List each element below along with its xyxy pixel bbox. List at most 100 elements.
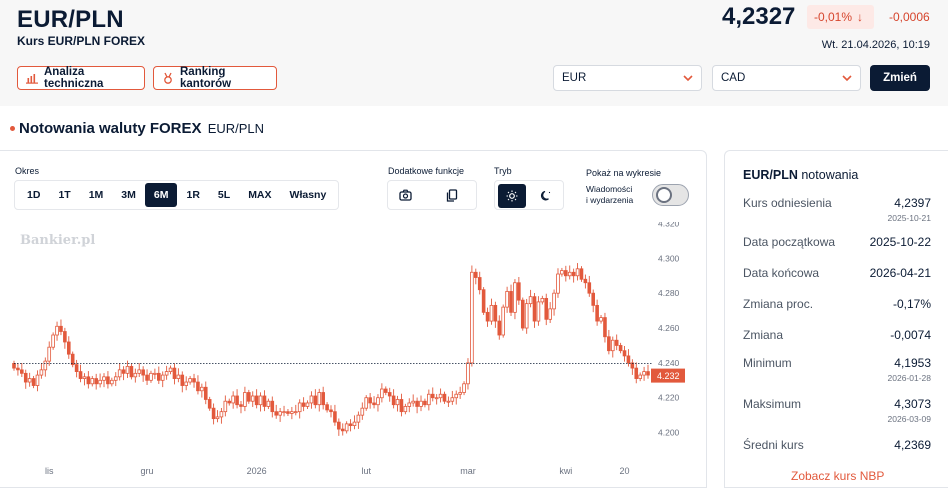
candle (239, 404, 243, 407)
candle (211, 407, 216, 420)
candle (149, 372, 153, 381)
stat-value: 2026-04-21 (869, 266, 931, 280)
candle (415, 400, 419, 407)
quote-header: EUR/PLN Kurs EUR/PLN FOREX 4,2327 -0,01%… (0, 0, 948, 106)
period-1m[interactable]: 1M (80, 183, 113, 207)
x-tick-label: lut (361, 466, 371, 476)
candle (638, 374, 642, 379)
candle (203, 386, 208, 400)
camera-icon[interactable] (399, 189, 412, 201)
current-price: 4,2327 (722, 3, 796, 30)
candle (39, 369, 44, 376)
mode-selector (494, 180, 564, 210)
candle (372, 402, 376, 406)
candle (520, 299, 525, 329)
candle (626, 355, 631, 364)
section-title-text: Notowania waluty FOREX (19, 120, 202, 137)
candle (51, 334, 55, 348)
candle (466, 362, 470, 385)
candle (59, 325, 63, 332)
dark-mode-button[interactable] (532, 184, 560, 208)
candle (430, 393, 435, 399)
chevron-down-icon (683, 75, 693, 82)
candle (223, 400, 228, 413)
x-tick-label: gru (141, 466, 154, 476)
candle (560, 270, 564, 275)
y-tick-label: 4.300 (658, 253, 680, 263)
technical-analysis-button[interactable]: Analiza techniczna (17, 66, 145, 90)
currency-from-select[interactable]: EUR (553, 65, 702, 91)
currency-to-select[interactable]: CAD (712, 65, 861, 91)
candle (485, 311, 490, 322)
period-1r[interactable]: 1R (177, 183, 208, 207)
stat-value: 4,1953 (894, 356, 931, 370)
stat-date: 2025-10-21 (887, 213, 931, 223)
candle (344, 423, 349, 432)
candle (133, 372, 138, 378)
candle (258, 395, 263, 406)
candle (20, 369, 24, 374)
candle (614, 339, 619, 346)
stat-value: -0,0074 (890, 328, 931, 342)
candle (98, 379, 102, 385)
exchange-ranking-button[interactable]: Ranking kantorów (153, 66, 277, 90)
candle (513, 282, 517, 313)
candle (481, 289, 486, 313)
candle (90, 378, 95, 385)
candle (129, 365, 134, 378)
candle (376, 397, 380, 406)
candle (188, 378, 192, 383)
candle (321, 392, 325, 406)
candle (532, 296, 537, 322)
candle (329, 409, 333, 413)
stat-date: 2026-01-28 (887, 373, 931, 383)
candle (419, 400, 423, 407)
bullet-icon (10, 125, 15, 131)
quote-datetime: Wt. 21.04.2026, 10:19 (821, 39, 930, 51)
candle (352, 421, 357, 427)
light-mode-button[interactable] (498, 184, 526, 208)
news-toggle-label-line1: Wiadomości (586, 184, 633, 194)
nbp-rate-link[interactable]: Zobacz kurs NBP (791, 469, 884, 483)
candle (348, 423, 353, 427)
change-currency-button[interactable]: Zmień (870, 65, 930, 91)
period-custom[interactable]: Własny (281, 183, 336, 207)
period-1t[interactable]: 1T (49, 183, 79, 207)
candle (164, 371, 169, 376)
candle (180, 374, 185, 386)
candle (231, 395, 235, 404)
candle (501, 306, 505, 336)
candle (200, 386, 204, 392)
candle (505, 291, 509, 308)
period-1d[interactable]: 1D (18, 183, 49, 207)
candle (470, 271, 474, 364)
period-selector: 1D 1T 1M 3M 6M 1R 5L MAX Własny (14, 180, 340, 210)
candle (274, 411, 279, 416)
copy-icon[interactable] (446, 189, 458, 202)
candle (634, 367, 639, 379)
candle (524, 303, 529, 329)
period-max[interactable]: MAX (239, 183, 280, 207)
news-events-toggle[interactable] (652, 184, 689, 206)
page-subtitle: Kurs EUR/PLN FOREX (17, 34, 146, 48)
period-5l[interactable]: 5L (209, 183, 239, 207)
mode-label: Tryb (494, 166, 512, 176)
candle (399, 399, 404, 413)
candle (403, 406, 408, 413)
x-tick-label: 20 (620, 466, 630, 476)
candle (618, 345, 623, 352)
y-tick-label: 4.280 (658, 288, 680, 298)
candle (160, 374, 165, 381)
show-on-chart-label: Pokaż na wykresie (586, 168, 662, 178)
candle (571, 271, 576, 277)
period-3m[interactable]: 3M (112, 183, 145, 207)
candle (113, 376, 118, 381)
candle (157, 372, 161, 381)
candle (337, 421, 341, 430)
candle (290, 411, 294, 414)
y-tick-label: 4.200 (658, 428, 680, 438)
x-tick-label: kwi (559, 466, 572, 476)
candlestick-chart[interactable]: 4.200 4.220 4.240 4.260 4.280 4.300 4.320 4.232… (0, 222, 706, 488)
period-6m[interactable]: 6M (144, 183, 178, 207)
candle (313, 395, 318, 406)
